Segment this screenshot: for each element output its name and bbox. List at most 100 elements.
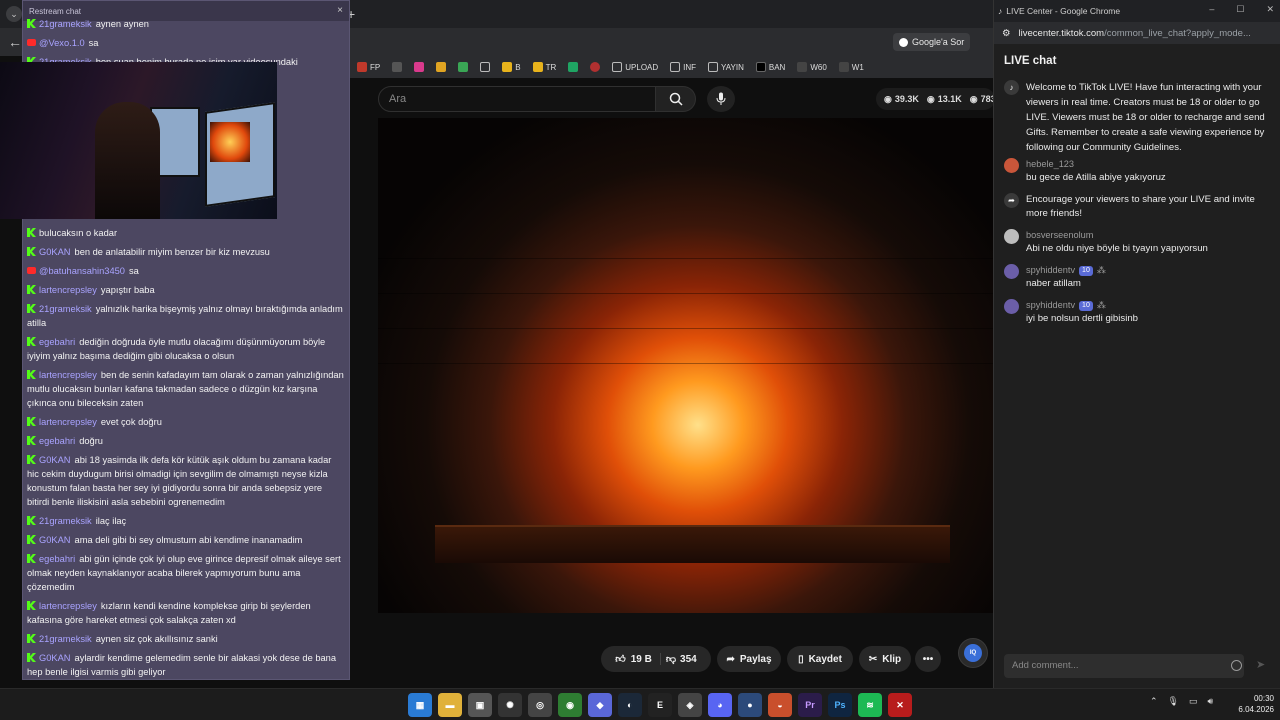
- dislike-button[interactable]: 👎︎ 354: [666, 653, 697, 666]
- avatar: [1004, 264, 1019, 279]
- kick-icon: [27, 653, 36, 662]
- message-content: spyhiddentv 10 ⁂ iyi be nolsun dertli gibis…: [1026, 299, 1138, 326]
- message-username[interactable]: hebele_123: [1026, 158, 1074, 171]
- microphone-icon[interactable]: 🎙︎: [1168, 696, 1179, 707]
- app-icon[interactable]: ◈: [678, 693, 702, 717]
- bookmark-ban[interactable]: BAN: [753, 62, 788, 72]
- youtube-icon: [27, 39, 36, 46]
- address-bar[interactable]: ⚙ livecenter.tiktok.com/common_live_chat…: [994, 22, 1280, 44]
- chat-username[interactable]: 21grameksik: [39, 304, 92, 314]
- chat-username[interactable]: G0KAN: [39, 247, 71, 257]
- volume-icon[interactable]: 🔊︎: [1208, 696, 1214, 707]
- bookmark-fp[interactable]: FP: [354, 62, 383, 72]
- bookmark-folder[interactable]: [477, 62, 493, 72]
- voice-search-button[interactable]: [707, 86, 735, 112]
- message-username-row: spyhiddentv 10 ⁂: [1026, 299, 1138, 312]
- bookmark-upload[interactable]: UPLOAD: [609, 62, 661, 72]
- search-button[interactable]: [656, 86, 696, 112]
- bookmark-icon: [532, 62, 543, 72]
- minimize-icon[interactable]: –: [1209, 4, 1214, 15]
- chat-message: G0KAN ama deli gibi bi sey olmustum abi k…: [27, 533, 345, 547]
- bookmark-yayin[interactable]: YAYIN: [705, 62, 747, 72]
- bookmark-icon-only[interactable]: [411, 62, 427, 72]
- bookmark-b[interactable]: B: [499, 62, 523, 72]
- chat-username[interactable]: G0KAN: [39, 653, 71, 663]
- google-ask-label: Google'a Sor: [912, 37, 965, 47]
- chat-username[interactable]: lartencrepsley: [39, 370, 97, 380]
- bookmark-icon: [414, 62, 425, 72]
- more-actions-button[interactable]: •••: [915, 646, 941, 672]
- discord-icon[interactable]: ◕: [708, 693, 732, 717]
- chat-username[interactable]: @Vexo.1.0: [39, 38, 85, 48]
- extension-fab[interactable]: IQ: [958, 638, 988, 668]
- start-icon[interactable]: ▦: [408, 693, 432, 717]
- photoshop-icon[interactable]: Ps: [828, 693, 852, 717]
- welcome-text: Welcome to TikTok LIVE! Have fun interac…: [1026, 82, 1265, 153]
- extension-icon: IQ: [964, 644, 982, 662]
- google-ask-button[interactable]: Google'a Sor: [893, 33, 971, 51]
- kick-icon: [27, 228, 36, 237]
- premiere-icon[interactable]: Pr: [798, 693, 822, 717]
- search-input[interactable]: Ara: [378, 86, 656, 112]
- site-info-icon[interactable]: ⚙: [1002, 28, 1011, 39]
- send-icon[interactable]: ➤: [1256, 658, 1265, 671]
- chat-username[interactable]: 21grameksik: [39, 516, 92, 526]
- emoji-icon[interactable]: [1231, 660, 1242, 671]
- bookmark-icon-only[interactable]: [455, 62, 471, 72]
- chat-username[interactable]: G0KAN: [39, 535, 71, 545]
- close-icon[interactable]: ×: [337, 5, 343, 16]
- bookmark-w1[interactable]: W1: [836, 62, 867, 72]
- message-username[interactable]: spyhiddentv: [1026, 299, 1075, 312]
- chat-username[interactable]: G0KAN: [39, 455, 71, 465]
- maximize-icon[interactable]: ☐: [1236, 4, 1244, 15]
- message-username[interactable]: bosverseenolum: [1026, 229, 1093, 242]
- chat-username[interactable]: egebahri: [39, 554, 75, 564]
- app-icon[interactable]: ◒: [768, 693, 792, 717]
- app-icon[interactable]: ●: [738, 693, 762, 717]
- comment-input[interactable]: Add comment...: [1004, 654, 1244, 678]
- clip-button[interactable]: ✂ Klip: [859, 646, 911, 672]
- network-icon[interactable]: ▭: [1189, 696, 1198, 707]
- bookmark-icon-only[interactable]: [565, 62, 581, 72]
- share-button[interactable]: ➦ Paylaş: [717, 646, 781, 672]
- bookmark-icon-only[interactable]: [433, 62, 449, 72]
- epic-games-icon[interactable]: E: [648, 693, 672, 717]
- spotify-icon[interactable]: ≋: [858, 693, 882, 717]
- bookmark-label: INF: [683, 62, 697, 72]
- chat-username[interactable]: @batuhansahin3450: [39, 266, 125, 276]
- tab-search-chevron-icon[interactable]: ⌄: [6, 6, 22, 22]
- chat-username[interactable]: 21grameksik: [39, 634, 92, 644]
- bookmark-label: W60: [810, 62, 827, 72]
- chat-username[interactable]: 21grameksik: [39, 19, 92, 29]
- message-username[interactable]: spyhiddentv: [1026, 264, 1075, 277]
- chat-username[interactable]: lartencrepsley: [39, 417, 97, 427]
- chatgpt-icon[interactable]: ✺: [498, 693, 522, 717]
- bookmark-inf[interactable]: INF: [667, 62, 699, 72]
- chat-username[interactable]: egebahri: [39, 436, 75, 446]
- save-button[interactable]: ▯ Kaydet: [787, 646, 853, 672]
- file-explorer-icon[interactable]: ▬: [438, 693, 462, 717]
- chrome-icon[interactable]: ◉: [558, 693, 582, 717]
- chat-username[interactable]: lartencrepsley: [39, 601, 97, 611]
- chat-message: egebahri dediğin doğruda öyle mutlu olaca…: [27, 335, 345, 363]
- like-button[interactable]: 👍︎ 19 B: [615, 653, 661, 665]
- chat-username[interactable]: lartencrepsley: [39, 285, 97, 295]
- chevron-up-icon[interactable]: ⌃: [1150, 696, 1158, 707]
- app-icon[interactable]: ◆: [588, 693, 612, 717]
- message-text: Encourage your viewers to share your LIV…: [1026, 194, 1255, 219]
- bookmark-w60[interactable]: W60: [794, 62, 829, 72]
- steam-icon[interactable]: ◐: [618, 693, 642, 717]
- chat-text: bulucaksın o kadar: [39, 228, 118, 238]
- app-icon[interactable]: ◎: [528, 693, 552, 717]
- bookmark-tr[interactable]: TR: [530, 62, 560, 72]
- bookmark-icon: [392, 62, 403, 72]
- close-icon[interactable]: ✕: [1266, 4, 1274, 15]
- back-arrow-icon[interactable]: ←: [8, 34, 22, 50]
- tiktok-message: bosverseenolum Abi ne oldu niye böyle bi …: [1004, 229, 1272, 256]
- bookmark-icon-only[interactable]: [587, 62, 603, 72]
- store-icon[interactable]: ▣: [468, 693, 492, 717]
- clock[interactable]: 00:30 6.04.2026: [1230, 693, 1274, 715]
- bookmark-icon-only[interactable]: [389, 62, 405, 72]
- app-icon[interactable]: ✕: [888, 693, 912, 717]
- chat-username[interactable]: egebahri: [39, 337, 75, 347]
